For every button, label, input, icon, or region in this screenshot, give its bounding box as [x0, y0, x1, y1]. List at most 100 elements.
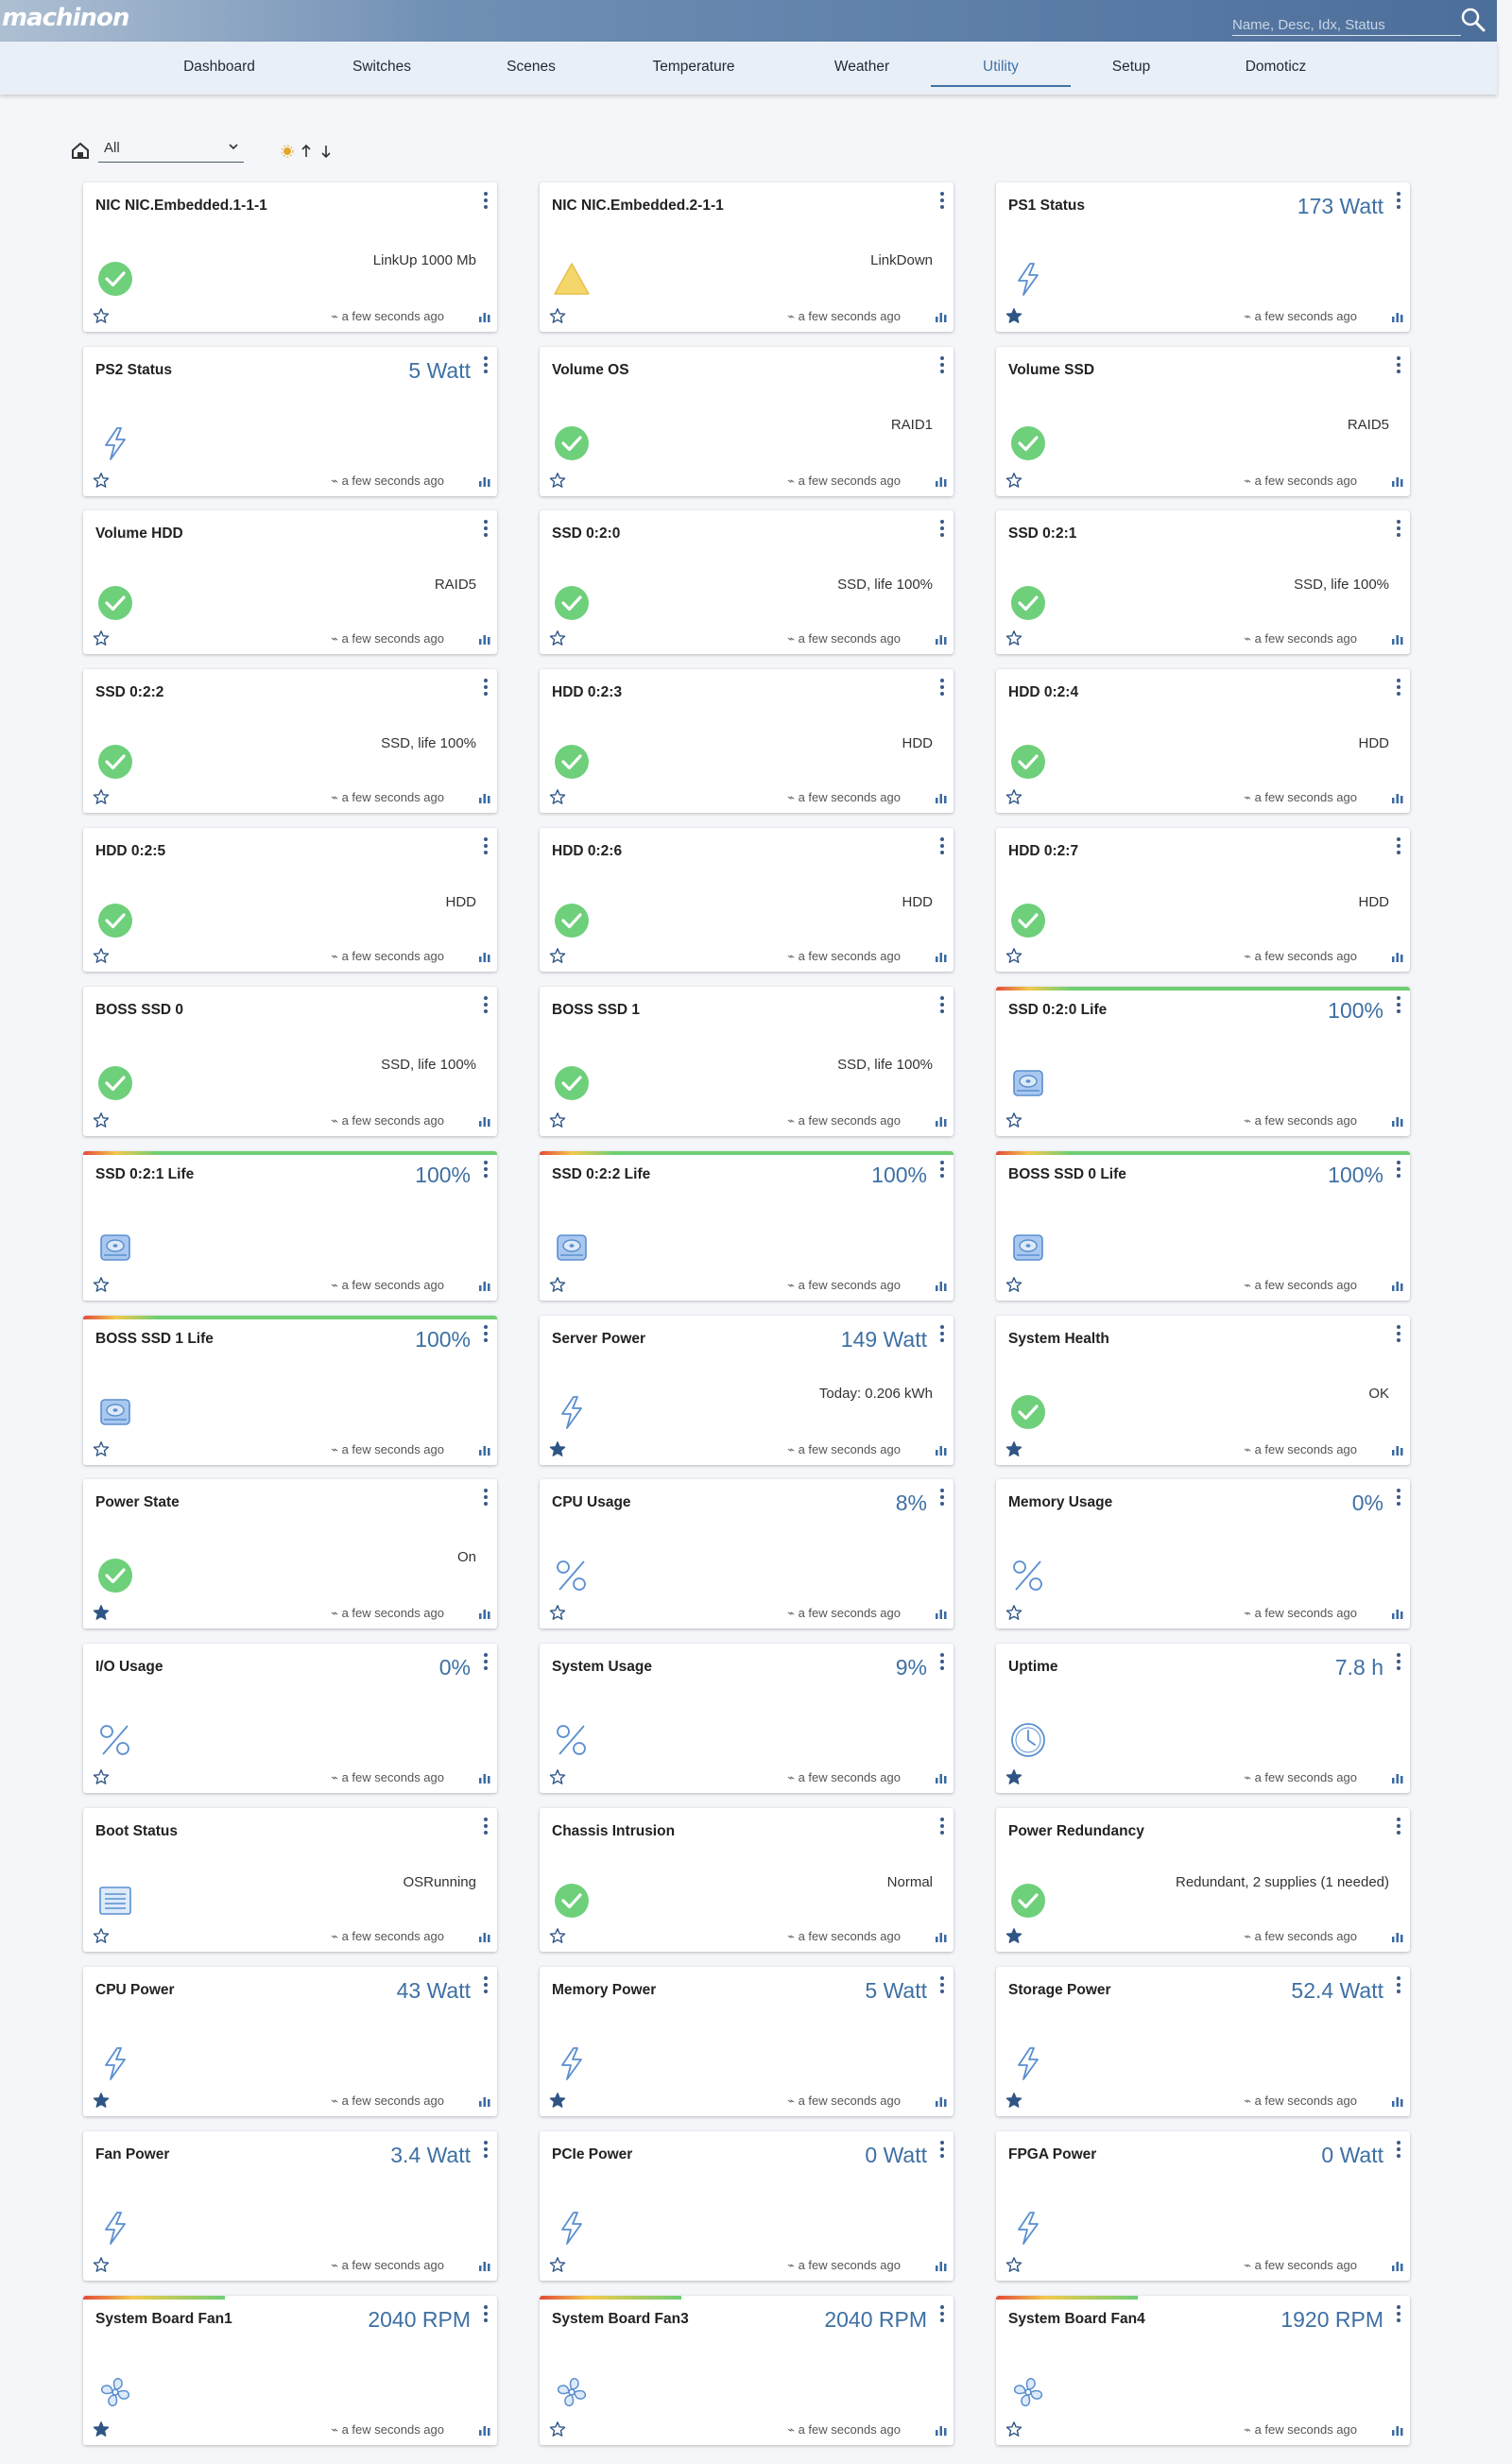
favorite-star-icon[interactable]	[1005, 1440, 1022, 1457]
more-options-icon[interactable]	[1393, 190, 1404, 211]
nav-dashboard[interactable]: Dashboard	[163, 59, 276, 76]
bar-chart-icon[interactable]	[1391, 2094, 1404, 2108]
more-options-icon[interactable]	[936, 354, 948, 375]
star-outline-icon[interactable]	[549, 1768, 566, 1785]
device-card[interactable]: HDD 0:2:3 HDD a few seconds ago	[540, 669, 954, 813]
star-outline-icon[interactable]	[549, 472, 566, 489]
device-card[interactable]: Volume HDD RAID5 a few seconds ago	[83, 510, 497, 654]
more-options-icon[interactable]	[480, 1487, 491, 1508]
star-outline-icon[interactable]	[93, 629, 110, 646]
star-outline-icon[interactable]	[1005, 2421, 1022, 2438]
more-options-icon[interactable]	[1393, 2303, 1404, 2324]
device-card[interactable]: Boot Status OSRunning a few seconds ago	[83, 1808, 497, 1952]
bar-chart-icon[interactable]	[935, 2094, 948, 2108]
star-outline-icon[interactable]	[1005, 1276, 1022, 1293]
star-outline-icon[interactable]	[93, 1440, 110, 1457]
device-card[interactable]: Chassis Intrusion Normal a few seconds ago	[540, 1808, 954, 1952]
nav-weather[interactable]: Weather	[805, 59, 919, 76]
bar-chart-icon[interactable]	[1391, 2259, 1404, 2272]
more-options-icon[interactable]	[1393, 1323, 1404, 1344]
device-card[interactable]: FPGA Power 0 Watt a few seconds ago	[996, 2131, 1410, 2281]
device-card[interactable]: Power State On a few seconds ago	[83, 1479, 497, 1628]
favorite-star-icon[interactable]	[549, 1440, 566, 1457]
star-outline-icon[interactable]	[93, 1276, 110, 1293]
bar-chart-icon[interactable]	[478, 1279, 491, 1292]
sort-descending-icon[interactable]	[321, 146, 331, 159]
star-outline-icon[interactable]	[1005, 629, 1022, 646]
device-card[interactable]: Volume SSD RAID5 a few seconds ago	[996, 347, 1410, 496]
device-card[interactable]: SSD 0:2:2 Life 100% a few seconds ago	[540, 1151, 954, 1301]
device-card[interactable]: Storage Power 52.4 Watt a few seconds ago	[996, 1967, 1410, 2116]
device-card[interactable]: Power Redundancy Redundant, 2 supplies (1…	[996, 1808, 1410, 1952]
nav-temperature[interactable]: Temperature	[637, 59, 750, 76]
device-card[interactable]: BOSS SSD 1 Life 100% a few seconds ago	[83, 1316, 497, 1465]
nav-domoticz[interactable]: Domoticz	[1219, 59, 1332, 76]
star-outline-icon[interactable]	[93, 1768, 110, 1785]
more-options-icon[interactable]	[1393, 518, 1404, 539]
bar-chart-icon[interactable]	[1391, 1114, 1404, 1128]
bar-chart-icon[interactable]	[478, 791, 491, 804]
more-options-icon[interactable]	[480, 1159, 491, 1180]
bar-chart-icon[interactable]	[935, 1443, 948, 1456]
star-outline-icon[interactable]	[549, 307, 566, 324]
more-options-icon[interactable]	[1393, 1816, 1404, 1836]
more-options-icon[interactable]	[480, 677, 491, 698]
device-card[interactable]: BOSS SSD 0 SSD, life 100% a few seconds ag…	[83, 987, 497, 1136]
nav-utility[interactable]: Utility	[931, 59, 1071, 87]
more-options-icon[interactable]	[936, 1974, 948, 1995]
nav-setup[interactable]: Setup	[1074, 59, 1188, 76]
star-outline-icon[interactable]	[93, 1111, 110, 1129]
more-options-icon[interactable]	[1393, 677, 1404, 698]
bar-chart-icon[interactable]	[478, 1443, 491, 1456]
device-card[interactable]: I/O Usage 0% a few seconds ago	[83, 1644, 497, 1793]
bar-chart-icon[interactable]	[478, 1114, 491, 1128]
more-options-icon[interactable]	[480, 354, 491, 375]
bar-chart-icon[interactable]	[935, 1114, 948, 1128]
bar-chart-icon[interactable]	[478, 2094, 491, 2108]
more-options-icon[interactable]	[480, 2303, 491, 2324]
star-outline-icon[interactable]	[549, 788, 566, 805]
bar-chart-icon[interactable]	[478, 632, 491, 646]
device-card[interactable]: SSD 0:2:2 SSD, life 100% a few seconds ago	[83, 669, 497, 813]
bar-chart-icon[interactable]	[1391, 310, 1404, 323]
more-options-icon[interactable]	[480, 1651, 491, 1672]
more-options-icon[interactable]	[1393, 354, 1404, 375]
bar-chart-icon[interactable]	[1391, 1771, 1404, 1784]
bar-chart-icon[interactable]	[935, 1607, 948, 1620]
bar-chart-icon[interactable]	[478, 2423, 491, 2437]
device-card[interactable]: NIC NIC.Embedded.2-1-1 LinkDown a few seco…	[540, 182, 954, 332]
more-options-icon[interactable]	[1393, 1487, 1404, 1508]
star-outline-icon[interactable]	[93, 788, 110, 805]
more-options-icon[interactable]	[936, 2303, 948, 2324]
app-logo[interactable]: machinon	[2, 4, 129, 32]
more-options-icon[interactable]	[936, 836, 948, 856]
device-card[interactable]: Memory Usage 0% a few seconds ago	[996, 1479, 1410, 1628]
more-options-icon[interactable]	[480, 190, 491, 211]
star-outline-icon[interactable]	[549, 2421, 566, 2438]
more-options-icon[interactable]	[936, 2139, 948, 2160]
more-options-icon[interactable]	[936, 1651, 948, 1672]
bar-chart-icon[interactable]	[935, 1771, 948, 1784]
device-card[interactable]: NIC NIC.Embedded.1-1-1 LinkUp 1000 Mb a fe…	[83, 182, 497, 332]
star-outline-icon[interactable]	[93, 947, 110, 964]
bar-chart-icon[interactable]	[1391, 474, 1404, 488]
nav-scenes[interactable]: Scenes	[474, 59, 588, 76]
device-card[interactable]: HDD 0:2:7 HDD a few seconds ago	[996, 828, 1410, 972]
bar-chart-icon[interactable]	[935, 632, 948, 646]
device-card[interactable]: HDD 0:2:4 HDD a few seconds ago	[996, 669, 1410, 813]
bar-chart-icon[interactable]	[478, 474, 491, 488]
sort-ascending-icon[interactable]	[301, 144, 311, 157]
more-options-icon[interactable]	[936, 1816, 948, 1836]
star-outline-icon[interactable]	[1005, 472, 1022, 489]
bar-chart-icon[interactable]	[478, 1771, 491, 1784]
bar-chart-icon[interactable]	[935, 2423, 948, 2437]
star-outline-icon[interactable]	[549, 2256, 566, 2273]
more-options-icon[interactable]	[1393, 994, 1404, 1015]
bar-chart-icon[interactable]	[935, 1930, 948, 1943]
star-outline-icon[interactable]	[1005, 1111, 1022, 1129]
favorite-star-icon[interactable]	[1005, 2092, 1022, 2109]
favorite-star-icon[interactable]	[1005, 1927, 1022, 1944]
bar-chart-icon[interactable]	[478, 1930, 491, 1943]
device-card[interactable]: System Board Fan3 2040 RPM a few seconds a…	[540, 2296, 954, 2445]
star-outline-icon[interactable]	[93, 1927, 110, 1944]
